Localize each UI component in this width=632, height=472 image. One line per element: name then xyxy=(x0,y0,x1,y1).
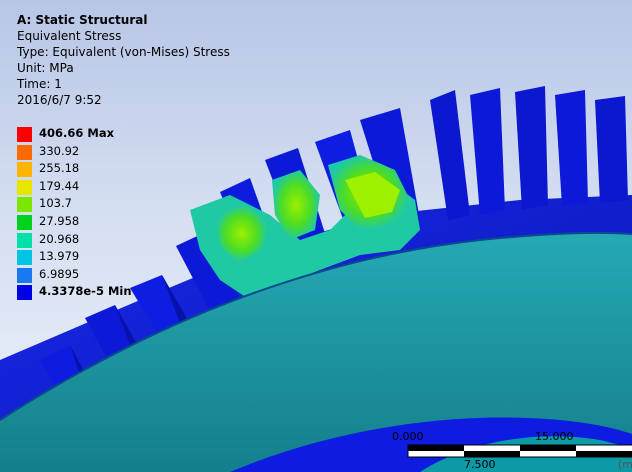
legend-swatch xyxy=(17,179,32,195)
legend-swatch xyxy=(17,197,32,213)
legend-label: 13.979 xyxy=(39,249,80,264)
legend-label: 6.9895 xyxy=(39,266,80,281)
legend-swatch xyxy=(17,144,32,160)
legend-swatch xyxy=(17,162,32,178)
analysis-title: A: Static Structural xyxy=(17,13,148,27)
result-name: Equivalent Stress xyxy=(17,29,122,43)
legend-label: 330.92 xyxy=(39,143,80,158)
graphics-viewport[interactable]: A: Static Structural Equivalent Stress T… xyxy=(0,0,632,472)
legend-swatch xyxy=(17,285,32,301)
legend-label: 255.18 xyxy=(39,161,80,176)
legend-label: 20.968 xyxy=(39,231,80,246)
legend-label: 179.44 xyxy=(39,178,80,193)
legend-label: 103.7 xyxy=(39,196,72,211)
scale-bar-graphic xyxy=(407,444,632,458)
result-type: Type: Equivalent (von-Mises) Stress xyxy=(17,45,230,59)
legend-swatch xyxy=(17,267,32,283)
legend-swatch xyxy=(17,250,32,266)
result-timestamp: 2016/6/7 9:52 xyxy=(17,93,102,107)
legend-swatch xyxy=(17,232,32,248)
scale-bar: 0.000 15.000 7.500 (m xyxy=(392,430,632,472)
result-unit: Unit: MPa xyxy=(17,61,74,75)
legend-label: 4.3378e-5 Min xyxy=(39,284,132,299)
legend-label: 406.66 Max xyxy=(39,126,115,140)
legend-label: 27.958 xyxy=(39,213,80,228)
result-info-block: A: Static Structural Equivalent Stress T… xyxy=(17,12,230,108)
legend-swatch xyxy=(17,127,32,142)
legend-swatch xyxy=(17,214,32,230)
result-time: Time: 1 xyxy=(17,77,62,91)
